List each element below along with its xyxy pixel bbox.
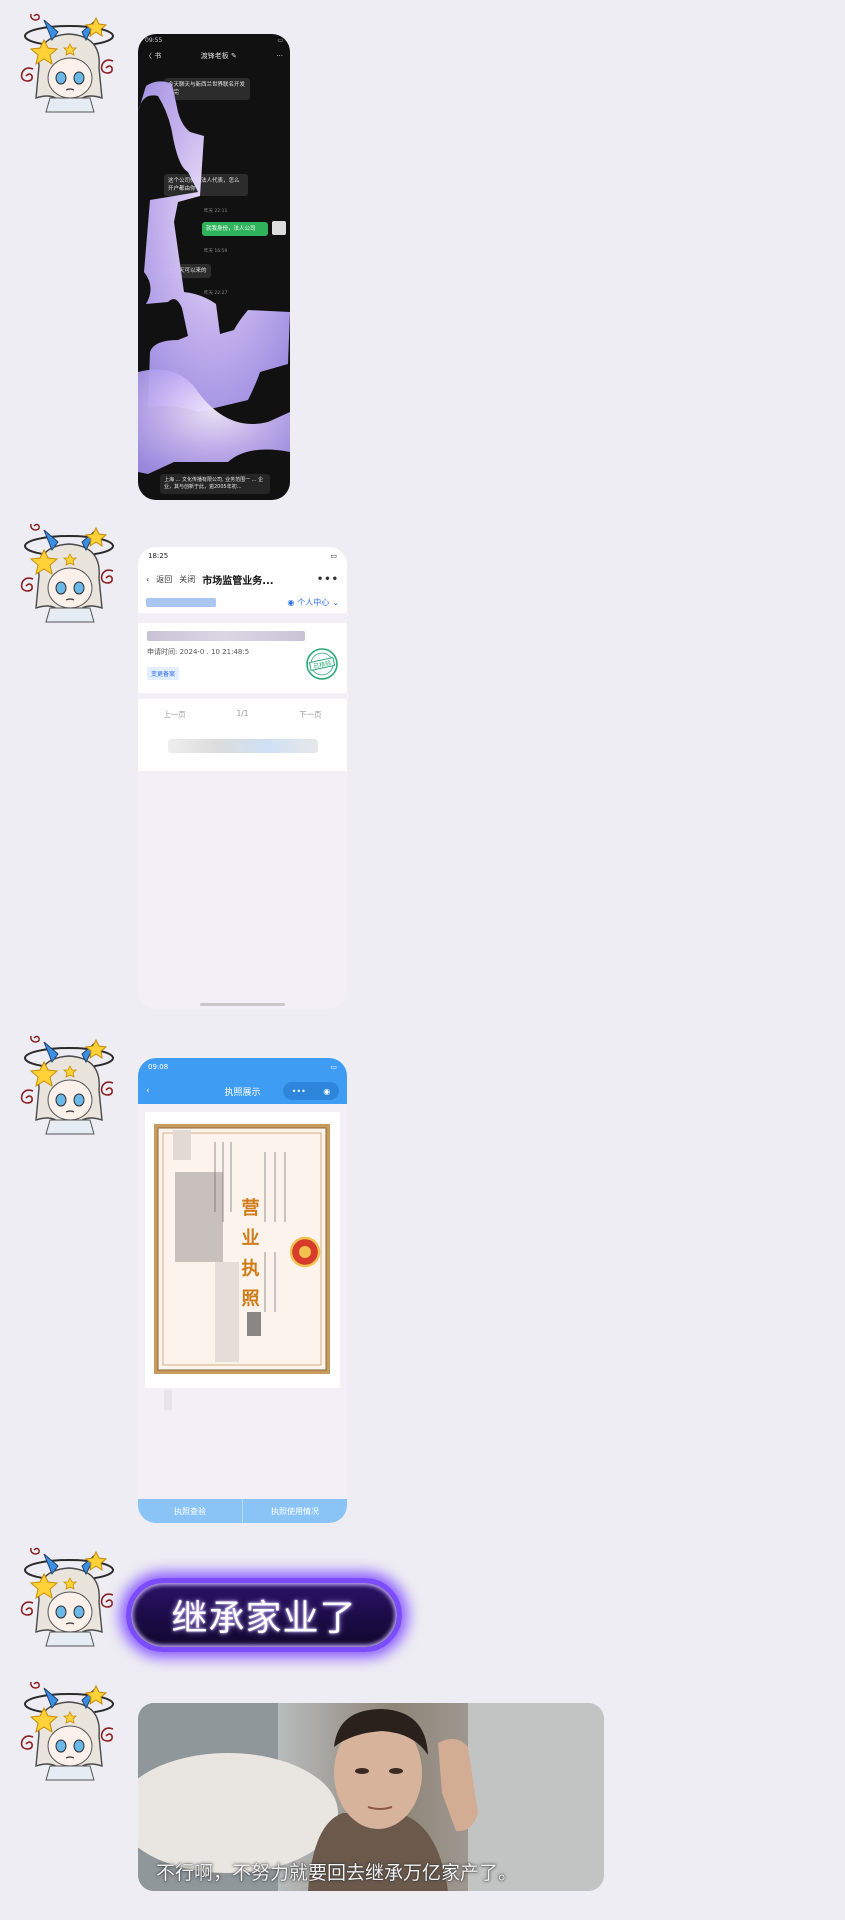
- app-nav-bar: ‹ 返回 关闭 市场监管业务... •••: [138, 567, 347, 591]
- more-icon: ···: [276, 52, 283, 60]
- screenshot-image-chat[interactable]: 09:55 ▭ 〈 书 渡锋老板 ✎ ··· 今天聊天与新西兰世界联名开发会完 …: [138, 34, 290, 500]
- page-indicator: 1/1: [236, 709, 249, 718]
- chevron-down-icon: ⌄: [332, 597, 339, 607]
- user-avatar[interactable]: [14, 1674, 124, 1784]
- stamp-text: 已核验: [312, 659, 331, 671]
- application-card: 申请时间: 2024-0 . 10 21:48:5 变更备案 已核验: [138, 623, 347, 693]
- avatar-image: [20, 1547, 114, 1647]
- back-label: 返回: [156, 574, 173, 584]
- pagination: 上一页 1/1 下一页: [138, 699, 347, 771]
- sticker-image[interactable]: 继承家业了: [126, 1578, 402, 1652]
- status-badge: 变更备案: [147, 667, 180, 680]
- status-bar: 09:55 ▭: [138, 34, 290, 48]
- status-time: 09:08: [148, 1063, 169, 1071]
- user-avatar[interactable]: [14, 516, 124, 626]
- app-nav-bar: ‹ 执照展示 ••• ◉: [138, 1078, 347, 1104]
- tab-license-usage: 执照使用情况: [242, 1499, 347, 1523]
- page-title: 市场监管业务...: [202, 575, 274, 587]
- more-icon: •••: [316, 573, 339, 585]
- close-target-icon: ◉: [323, 1086, 331, 1096]
- status-bar: 09:08 ▭: [138, 1058, 347, 1078]
- prev-page-button: 上一页: [163, 710, 186, 719]
- screenshot-image-license[interactable]: 09:08 ▭ ‹ 执照展示 ••• ◉ 营 业 执 照 执照查验 执照使用情况: [138, 1058, 347, 1523]
- sticker-text: 继承家业了: [171, 1598, 357, 1639]
- meme-caption: 不行啊，不努力就要回去继承万亿家产了。: [156, 1862, 518, 1884]
- back-button: 〈 书: [145, 52, 162, 60]
- user-avatar[interactable]: [14, 1540, 124, 1650]
- blurred-company-name: [147, 631, 305, 641]
- avatar-image: [20, 523, 114, 623]
- chat-bubble-bottom: 上海 ... 文化传播有限公司, 业务范围一 ... 企业，其与创新于此，逾20…: [160, 474, 270, 494]
- screenshot-image-market-supervision[interactable]: 18:25 ▭ ‹ 返回 关闭 市场监管业务... ••• ◉ 个人中心 ⌄ 申…: [138, 547, 347, 1009]
- next-page-button: 下一页: [299, 710, 322, 719]
- blurred-footer: [168, 739, 318, 753]
- meme-image[interactable]: 不行啊，不努力就要回去继承万亿家产了。: [138, 1703, 604, 1891]
- status-bar: 18:25 ▭: [138, 547, 347, 567]
- chat-title: 渡锋老板 ✎: [200, 52, 237, 60]
- tab-license-check: 执照查验: [174, 1506, 206, 1516]
- status-time: 18:25: [148, 552, 169, 560]
- user-circle-icon: ◉: [287, 597, 295, 607]
- privacy-blur-overlay: [138, 81, 290, 474]
- apply-time: 申请时间: 2024-0 . 10 21:48:5: [147, 648, 250, 656]
- user-avatar[interactable]: [14, 1028, 124, 1138]
- personal-center-link: ◉ 个人中心 ⌄: [287, 597, 339, 608]
- license-title: 营 业 执 照: [239, 1197, 260, 1310]
- battery-icon: ▭: [277, 37, 283, 44]
- battery-icon: ▭: [330, 552, 337, 560]
- user-avatar[interactable]: [14, 6, 124, 116]
- battery-icon: ▭: [330, 1063, 337, 1071]
- license-bottom-tabs: 执照查验 执照使用情况: [138, 1499, 347, 1523]
- personal-center-label: 个人中心: [297, 597, 330, 607]
- miniprogram-capsule: ••• ◉: [283, 1082, 339, 1100]
- close-label: 关闭: [179, 574, 196, 584]
- chat-nav-bar: 〈 书 渡锋老板 ✎ ···: [138, 48, 290, 64]
- verified-stamp-icon: 已核验: [306, 648, 338, 680]
- status-time: 09:55: [145, 37, 163, 44]
- home-indicator: [200, 1003, 285, 1006]
- avatar-image: [20, 13, 114, 113]
- avatar-image: [20, 1035, 114, 1135]
- more-icon: •••: [291, 1086, 306, 1096]
- blurred-mark: [164, 1390, 172, 1410]
- chevron-left-icon: ‹: [146, 574, 150, 584]
- blurred-name: [146, 597, 216, 607]
- license-image: 营 业 执 照: [145, 1112, 340, 1388]
- sub-bar: ◉ 个人中心 ⌄: [138, 591, 347, 613]
- avatar-image: [20, 1681, 114, 1781]
